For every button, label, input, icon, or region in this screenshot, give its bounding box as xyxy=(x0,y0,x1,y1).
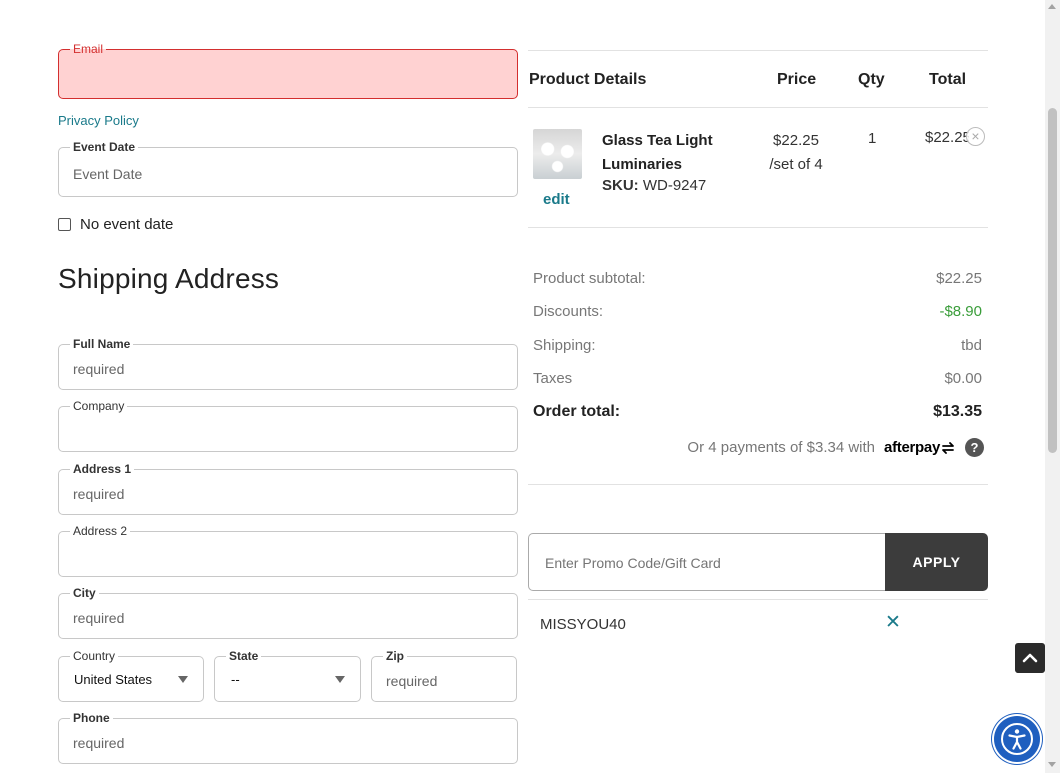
promo-divider xyxy=(528,599,988,600)
summary-divider xyxy=(528,484,988,485)
afterpay-brand: afterpay xyxy=(884,439,940,456)
applied-promo-code: MISSYOU40 xyxy=(540,616,626,633)
scrollbar-thumb[interactable] xyxy=(1048,108,1057,453)
product-name: Glass Tea Light Luminaries xyxy=(602,129,713,177)
zip-field[interactable]: Zip xyxy=(371,649,517,702)
shipping-label: Shipping: xyxy=(533,337,596,354)
header-total: Total xyxy=(929,71,967,88)
taxes-value: $0.00 xyxy=(944,370,982,387)
item-total-wrap: $22.25 xyxy=(925,129,969,147)
company-input[interactable] xyxy=(73,421,493,441)
country-select[interactable]: Country United States xyxy=(58,649,204,702)
subtotal-value: $22.25 xyxy=(936,270,982,287)
phone-label: Phone xyxy=(70,711,113,725)
chevron-down-icon xyxy=(178,676,188,683)
company-field[interactable]: Company xyxy=(58,399,518,452)
product-sku: SKU: WD-9247 xyxy=(602,177,706,194)
zip-label: Zip xyxy=(383,649,407,663)
phone-input[interactable] xyxy=(73,733,493,753)
country-label: Country xyxy=(70,649,119,663)
no-event-date-label: No event date xyxy=(80,216,174,233)
discounts-label: Discounts: xyxy=(533,303,604,320)
address1-field[interactable]: Address 1 xyxy=(58,462,518,515)
state-select[interactable]: State -- xyxy=(214,649,361,702)
item-price: $22.25 /set of 4 xyxy=(760,129,832,177)
item-qty: 1 xyxy=(868,130,877,147)
no-event-date-checkbox-row[interactable]: No event date xyxy=(58,216,173,233)
email-field[interactable]: Email xyxy=(58,42,518,99)
email-input[interactable] xyxy=(73,64,493,84)
state-label: State xyxy=(226,649,262,663)
edit-item-link[interactable]: edit xyxy=(543,191,570,208)
taxes-label: Taxes xyxy=(533,370,573,387)
item-price-value: $22.25 xyxy=(773,132,819,149)
address2-field[interactable]: Address 2 xyxy=(58,524,518,577)
header-product-details: Product Details xyxy=(529,71,647,88)
city-label: City xyxy=(70,586,99,600)
afterpay-logo: afterpay xyxy=(884,439,955,456)
state-value: -- xyxy=(231,672,240,687)
city-field[interactable]: City xyxy=(58,586,518,639)
country-value: United States xyxy=(74,672,153,687)
privacy-policy-link[interactable]: Privacy Policy xyxy=(58,113,139,128)
shipping-address-title: Shipping Address xyxy=(58,263,280,294)
sku-value: WD-9247 xyxy=(642,177,707,194)
full-name-field[interactable]: Full Name xyxy=(58,337,518,390)
event-date-input[interactable] xyxy=(73,164,493,184)
vertical-scrollbar[interactable] xyxy=(1045,0,1060,773)
shipping-value: tbd xyxy=(961,337,982,354)
accessibility-button[interactable] xyxy=(994,716,1040,762)
sku-label: SKU: xyxy=(602,177,639,194)
header-price: Price xyxy=(777,71,817,88)
chevron-down-icon xyxy=(335,676,345,683)
address2-label: Address 2 xyxy=(70,524,131,538)
email-label: Email xyxy=(70,42,107,56)
afterpay-row: Or 4 payments of $3.34 with afterpay ? xyxy=(687,438,984,457)
product-thumbnail[interactable] xyxy=(533,129,582,179)
apply-promo-button[interactable]: APPLY xyxy=(885,533,988,591)
address1-label: Address 1 xyxy=(70,462,135,476)
no-event-date-checkbox[interactable] xyxy=(58,218,71,231)
scrollbar-down-arrow[interactable] xyxy=(1048,762,1056,767)
accessibility-person-icon xyxy=(1001,723,1033,755)
cart-header-divider xyxy=(528,107,988,108)
scroll-to-top-button[interactable] xyxy=(1015,643,1045,673)
cart-item-divider xyxy=(528,227,988,228)
subtotal-label: Product subtotal: xyxy=(533,270,646,287)
remove-promo-icon[interactable]: ✕ xyxy=(885,613,901,633)
item-total: $22.25 xyxy=(925,129,969,146)
event-date-field[interactable]: Event Date xyxy=(58,140,518,197)
event-date-label: Event Date xyxy=(70,140,139,154)
full-name-label: Full Name xyxy=(70,337,134,351)
promo-code-field[interactable] xyxy=(528,533,886,591)
discounts-value: -$8.90 xyxy=(939,303,982,320)
afterpay-arrows-icon xyxy=(942,441,954,454)
afterpay-text: Or 4 payments of $3.34 with xyxy=(687,439,876,456)
order-total-value: $13.35 xyxy=(933,403,982,420)
chevron-up-icon xyxy=(1022,653,1038,663)
scrollbar-up-arrow[interactable] xyxy=(1048,4,1056,9)
product-name-line1: Glass Tea Light xyxy=(602,132,713,149)
header-qty: Qty xyxy=(858,71,885,88)
phone-field[interactable]: Phone xyxy=(58,711,518,764)
remove-item-icon[interactable]: × xyxy=(966,127,985,146)
address2-input[interactable] xyxy=(73,546,493,566)
address1-input[interactable] xyxy=(73,484,493,504)
zip-input[interactable] xyxy=(386,671,496,691)
product-name-line2: Luminaries xyxy=(602,156,683,173)
city-input[interactable] xyxy=(73,608,493,628)
promo-code-input[interactable] xyxy=(545,553,865,573)
help-icon[interactable]: ? xyxy=(965,438,984,457)
cart-top-divider xyxy=(528,50,988,51)
item-price-unit: /set of 4 xyxy=(769,156,823,173)
full-name-input[interactable] xyxy=(73,359,493,379)
order-total-label: Order total: xyxy=(533,403,621,420)
company-label: Company xyxy=(70,399,128,413)
